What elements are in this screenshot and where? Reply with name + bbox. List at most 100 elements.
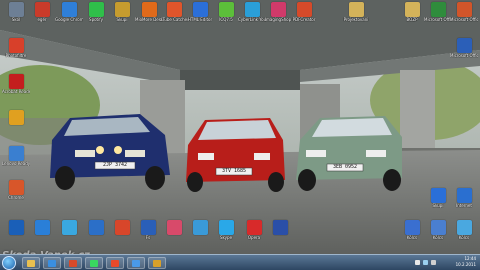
desktop-icon[interactable] xyxy=(2,220,30,235)
license-plate-right: 3EB 0952 xyxy=(332,164,358,170)
desktop-icon-label: Google Chrome xyxy=(55,17,83,22)
desktop-icon[interactable]: ICQ7.5 xyxy=(212,2,240,22)
app-icon xyxy=(192,2,208,17)
desktop-icon[interactable]: Skupi xyxy=(108,2,136,22)
desktop-icon[interactable] xyxy=(55,220,83,235)
desktop-icon[interactable]: Spotify xyxy=(82,2,110,22)
desktop-icon-label: Lenovo ReadyComm xyxy=(2,161,30,166)
tray-volume-icon[interactable] xyxy=(431,260,436,265)
desktop-icon[interactable]: CyberLink YouCam xyxy=(238,2,266,22)
desktop-icon[interactable]: Skype xyxy=(212,220,240,240)
app-icon xyxy=(114,220,130,235)
taskbar-app-icon xyxy=(48,260,56,267)
app-icon xyxy=(430,220,446,235)
desktop-icon-label: ICQ7.5 xyxy=(219,17,233,22)
app-icon xyxy=(88,220,104,235)
desktop-icon-label: Projektovani xyxy=(343,17,369,22)
desktop-icon-label: aTube Catcher xyxy=(160,17,188,22)
folder-icon xyxy=(404,2,420,17)
app-icon xyxy=(166,2,182,17)
desktop-icon[interactable] xyxy=(108,220,136,235)
desktop-icon-label: Kölcs xyxy=(432,235,444,240)
desktop-icon[interactable]: MioMore Desktop xyxy=(135,2,163,22)
desktop-icon-label: Skól xyxy=(11,17,21,22)
app-icon xyxy=(88,2,104,17)
taskbar-button-app[interactable] xyxy=(148,257,166,269)
desktop-icon[interactable]: Projektovani xyxy=(342,2,370,22)
app-icon xyxy=(456,220,472,235)
desktop-icon[interactable] xyxy=(160,220,188,235)
excel-icon xyxy=(430,2,446,17)
desktop-icon[interactable]: Kölcs xyxy=(424,220,452,240)
desktop-icon[interactable]: PDFCreator xyxy=(290,2,318,22)
folder-icon xyxy=(348,2,364,17)
desktop-icon-label: Kölcs xyxy=(458,235,470,240)
app-icon xyxy=(192,220,208,235)
desktop-icon[interactable]: Microsoft Office P... xyxy=(450,2,478,22)
desktop-icon[interactable] xyxy=(2,110,30,125)
desktop-icon[interactable] xyxy=(28,220,56,235)
desktop-icon[interactable]: Skupi xyxy=(424,188,452,208)
desktop-icon[interactable]: Google Chrome xyxy=(55,2,83,22)
app-icon xyxy=(8,110,24,125)
opera-icon xyxy=(246,220,262,235)
desktop-icon[interactable]: Fs xyxy=(134,220,162,240)
desktop-icon[interactable]: Kölcs xyxy=(398,220,426,240)
desktop-icon[interactable]: Microsoft Office W... xyxy=(450,38,478,58)
desktop-icon-label: egér xyxy=(37,17,47,22)
desktop-icon[interactable] xyxy=(186,220,214,235)
tray-flag-icon[interactable] xyxy=(415,260,420,265)
clock-date: 10.2.2011 xyxy=(455,262,476,267)
taskbar-app-icon xyxy=(132,260,140,267)
tray-network-icon[interactable] xyxy=(423,260,428,265)
desktop-icon[interactable] xyxy=(266,220,294,235)
desktop-icon[interactable]: Microsoft Office Ex... xyxy=(424,2,452,22)
taskbar-button-explorer[interactable] xyxy=(22,257,40,269)
desktop-icon-label: MioMore Desktop xyxy=(135,17,163,22)
app-icon xyxy=(456,188,472,203)
desktop-wallpaper: 2JP 3742 3TV 1685 3EB 0952 xyxy=(0,0,480,254)
desktop-icon[interactable]: Skól xyxy=(2,2,30,22)
desktop-icon-label: Chrome xyxy=(8,195,24,200)
desktop-icon-label: CyberLink YouCam xyxy=(238,17,266,22)
clock[interactable]: 12:44 10.2.2011 xyxy=(456,256,476,268)
desktop-icon-label: Opera xyxy=(247,235,261,240)
desktop-icon[interactable]: BOZP xyxy=(398,2,426,22)
desktop-icon[interactable]: Internet xyxy=(450,188,478,208)
desktop-icon-label: ImagingShop xyxy=(264,17,292,22)
app-icon xyxy=(430,188,446,203)
desktop-icon-label: BOZP xyxy=(406,17,418,22)
webcam-icon xyxy=(244,2,260,17)
desktop-icon-label: Skupi xyxy=(432,203,444,208)
desktop-icon-label: Microsoft Office P... xyxy=(450,17,478,22)
desktop-icon[interactable]: aTube Catcher xyxy=(160,2,188,22)
desktop-icon-label: Skype xyxy=(219,235,233,240)
desktop-icon[interactable]: egér xyxy=(28,2,56,22)
taskbar-button-app[interactable] xyxy=(106,257,124,269)
taskbar-button-app[interactable] xyxy=(127,257,145,269)
desktop-icon[interactable]: Photofiltre xyxy=(2,38,30,58)
taskbar-button-browser[interactable] xyxy=(43,257,61,269)
desktop-icon-label: Microsoft Office W... xyxy=(450,53,478,58)
folder-icon xyxy=(114,2,130,17)
taskbar-button-app[interactable] xyxy=(85,257,103,269)
desktop-icon[interactable]: Kölcs xyxy=(450,220,478,240)
pdf-icon xyxy=(296,2,312,17)
taskbar-button-app[interactable] xyxy=(64,257,82,269)
desktop-icon[interactable]: Lenovo ReadyComm xyxy=(2,146,30,166)
desktop-icon[interactable]: ImagingShop xyxy=(264,2,292,22)
desktop-icon-label: Acrobat Reader xyxy=(2,89,30,94)
wallpaper-photo xyxy=(0,0,480,254)
desktop-icon[interactable]: HTML Editor xyxy=(186,2,214,22)
app-icon xyxy=(166,220,182,235)
desktop-icon[interactable]: Opera xyxy=(240,220,268,240)
app-icon xyxy=(34,220,50,235)
app-icon xyxy=(140,220,156,235)
app-icon xyxy=(8,146,24,161)
desktop-icon[interactable]: Chrome xyxy=(2,180,30,200)
app-icon xyxy=(141,2,157,17)
desktop-icon[interactable]: Acrobat Reader xyxy=(2,74,30,94)
desktop-icon-label: Photofiltre xyxy=(5,53,27,58)
desktop-icon[interactable] xyxy=(82,220,110,235)
start-button[interactable] xyxy=(2,256,16,270)
